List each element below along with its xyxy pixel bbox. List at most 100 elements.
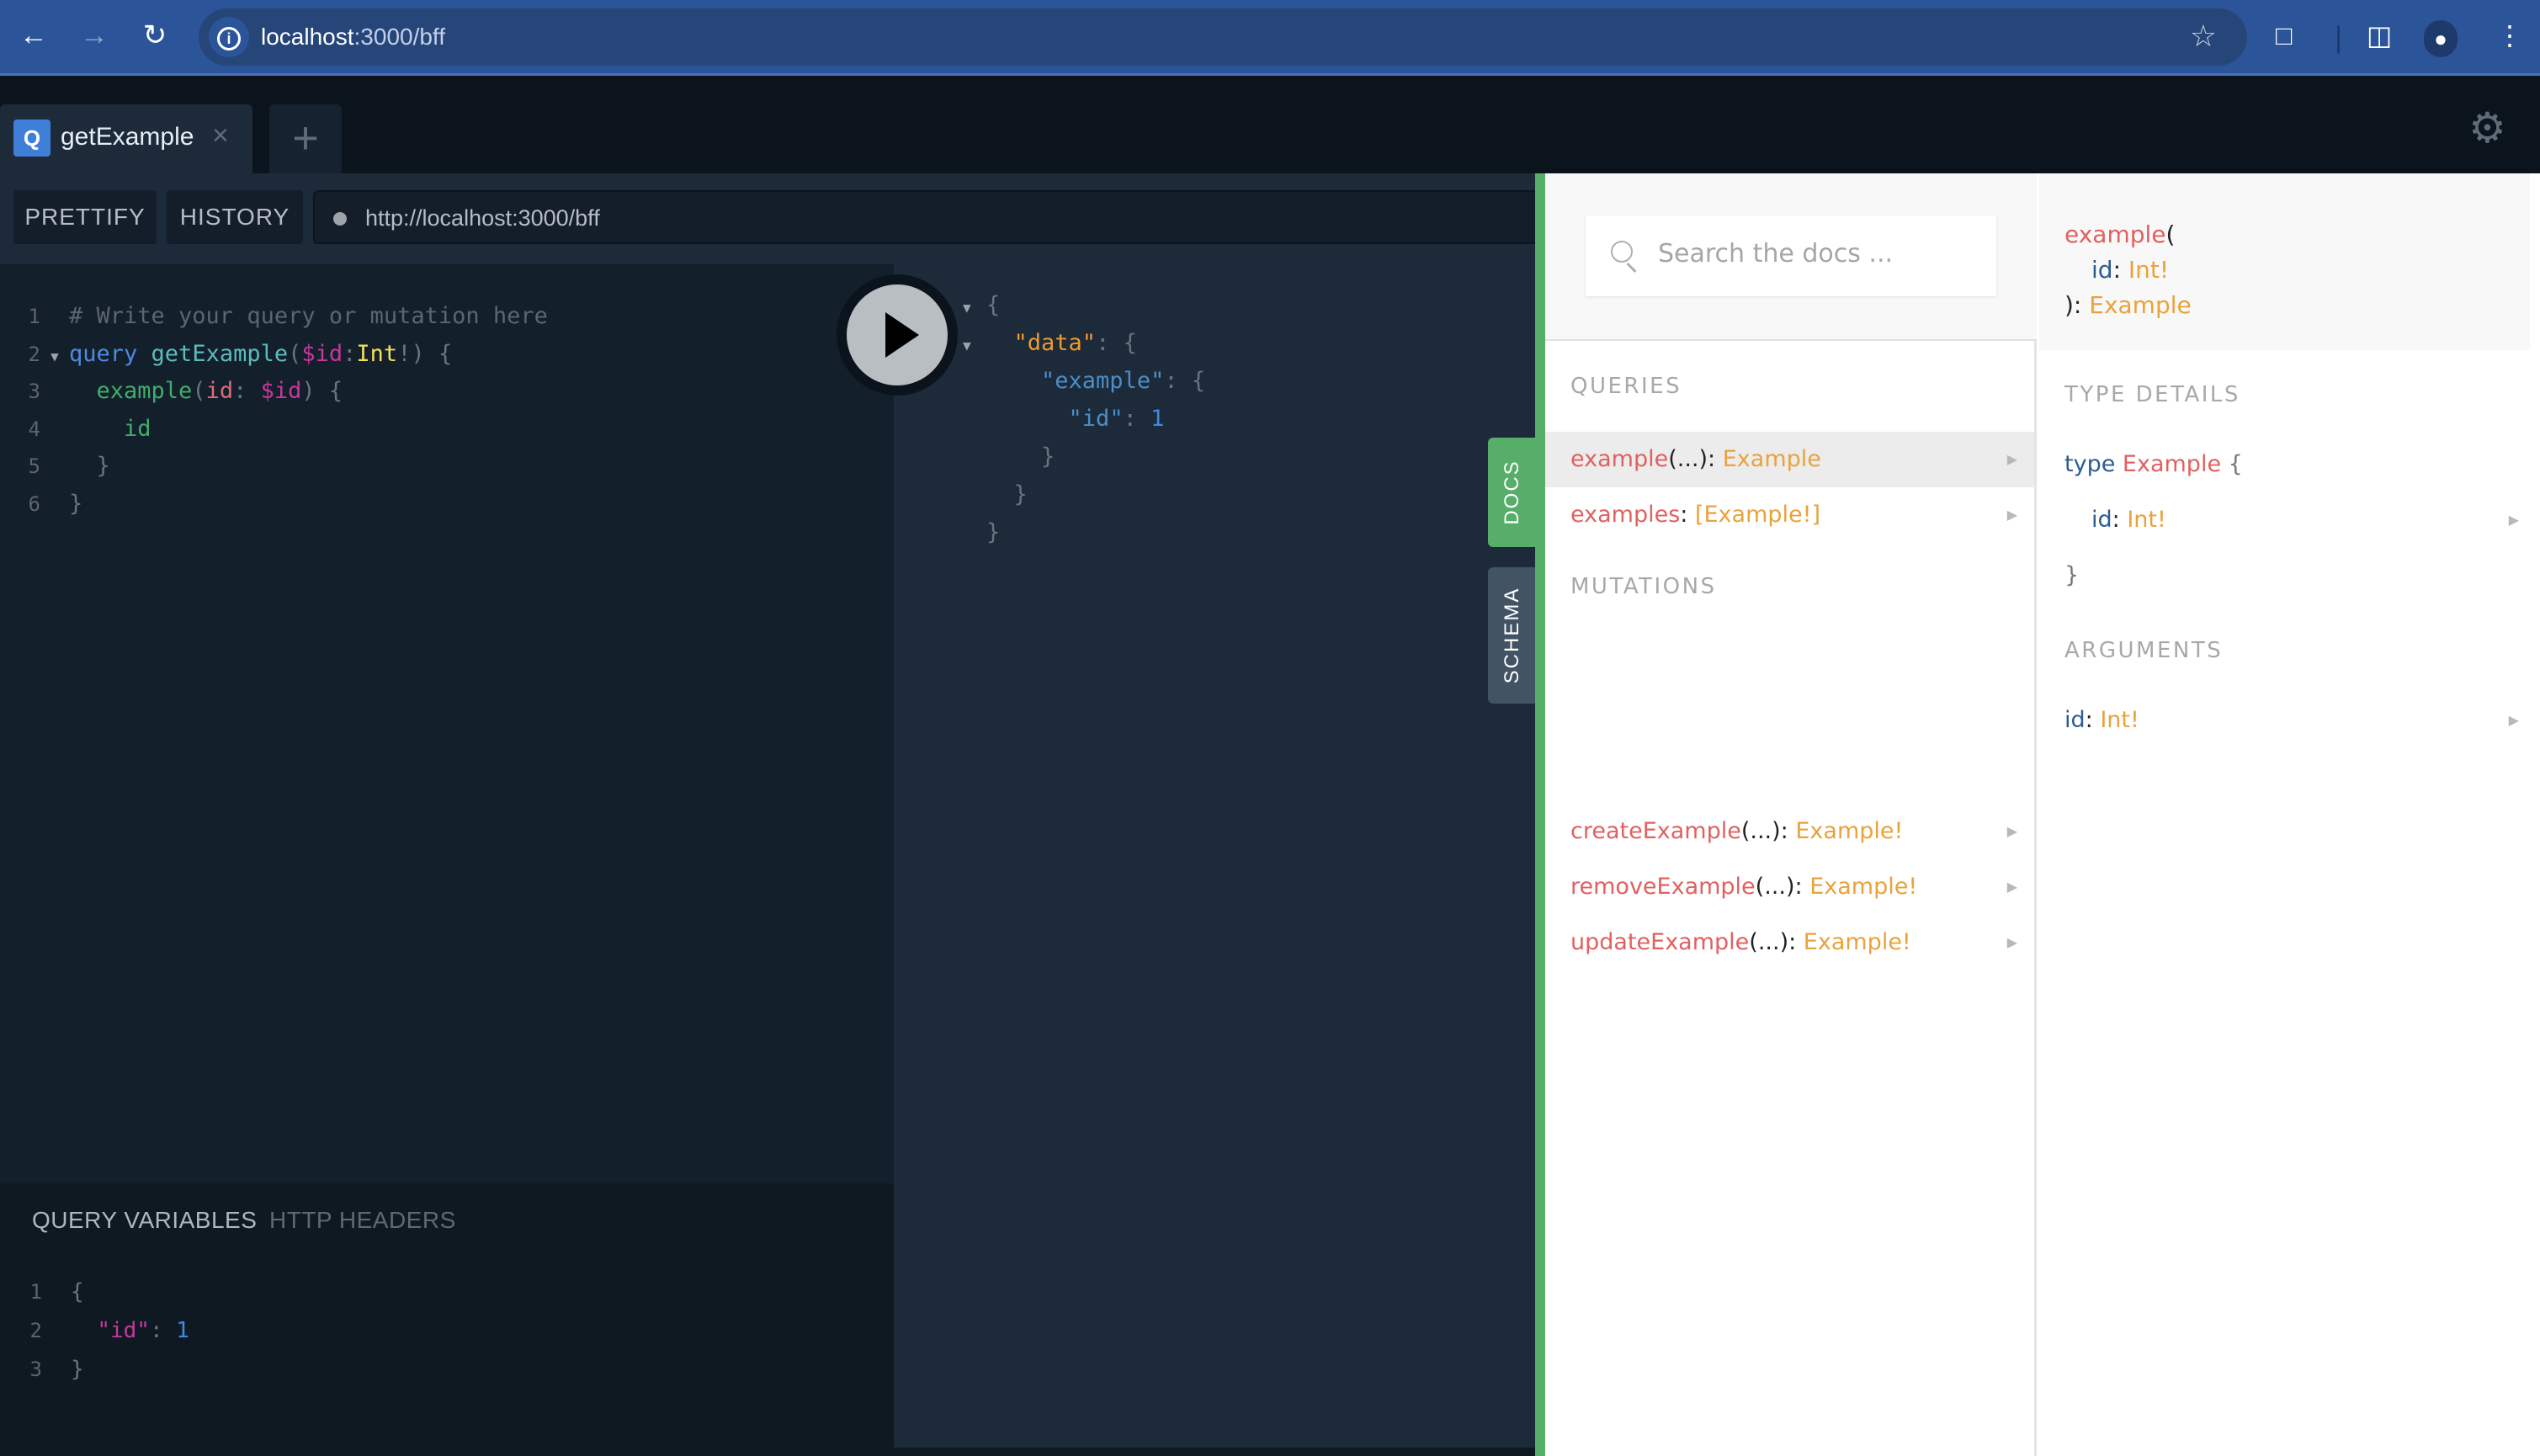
response-footer — [894, 1448, 1535, 1456]
json-key: "id" — [1068, 406, 1124, 432]
mutation-item-removeexample[interactable]: removeExample(...): Example! ▶ — [1545, 859, 2034, 915]
docs-root-column: Search the docs ... QUERIES example(...)… — [1545, 173, 2037, 1456]
gear-icon[interactable]: ⚙ — [2468, 104, 2506, 152]
query-item-example[interactable]: example(...): Example ▶ — [1545, 432, 2034, 487]
editor-line: 4 id — [0, 411, 548, 449]
docs-tab-label: DOCS — [1501, 460, 1523, 525]
field-signature: example( id: Int! ): Example — [2064, 221, 2192, 319]
chevron-right-icon: ▶ — [2508, 512, 2519, 528]
line-number: 4 — [28, 417, 40, 441]
docs-panel-border[interactable] — [1535, 173, 1545, 1456]
type-field-id[interactable]: id: Int! ▶ — [2064, 507, 2519, 533]
chevron-right-icon: ▶ — [2006, 823, 2017, 839]
close-icon[interactable]: × — [212, 120, 229, 152]
menu-icon[interactable]: ⋮ — [2496, 19, 2523, 52]
schema-tab[interactable]: SCHEMA — [1488, 567, 1537, 704]
code-comment: # Write your query or mutation here — [69, 303, 548, 329]
editor-toolbar: PRETTIFY HISTORY http://localhost:3000/b… — [0, 173, 1542, 264]
endpoint-input[interactable]: http://localhost:3000/bff — [313, 190, 1542, 244]
code-variable: $id — [260, 378, 302, 404]
editor-line: 2 "id": 1 — [0, 1311, 189, 1350]
prettify-button[interactable]: PRETTIFY — [13, 190, 157, 244]
code-brace: { — [71, 1279, 84, 1305]
fold-arrow-icon[interactable]: ▼ — [963, 327, 986, 364]
chevron-right-icon: ▶ — [2006, 879, 2017, 895]
fold-arrow-icon[interactable]: ▼ — [963, 289, 986, 327]
code-operation-name: getExample — [151, 340, 289, 367]
url-host: localhost — [261, 24, 354, 50]
line-number: 5 — [28, 454, 40, 478]
response-json: ▼{ ▼ "data": { "example": { "id": 1 } } … — [963, 286, 1205, 551]
type-close-brace: } — [2064, 562, 2080, 588]
query-editor[interactable]: 1 # Write your query or mutation here 2 ▼… — [0, 264, 894, 1183]
extensions-icon[interactable]: □ — [2276, 19, 2292, 52]
side-panel-icon[interactable]: ◫ — [2367, 19, 2392, 52]
tab-getexample[interactable]: Q getExample × — [0, 104, 252, 173]
tab-http-headers[interactable]: HTTP HEADERS — [269, 1207, 456, 1234]
back-icon[interactable]: ← — [17, 19, 50, 52]
fold-arrow-icon[interactable]: ▼ — [40, 338, 69, 376]
line-number: 1 — [28, 305, 40, 328]
mutations-heading: MUTATIONS — [1570, 574, 1717, 599]
chevron-right-icon: ▶ — [2006, 507, 2017, 523]
toolbar-divider — [2337, 25, 2340, 54]
code-variable: $id — [301, 340, 343, 367]
chevron-right-icon: ▶ — [2508, 712, 2519, 728]
info-icon[interactable]: i — [209, 17, 249, 57]
code-field: id — [124, 415, 151, 442]
chevron-right-icon: ▶ — [2006, 934, 2017, 950]
line-number: 6 — [28, 492, 40, 516]
profile-icon[interactable]: ● — [2424, 20, 2458, 57]
forward-icon[interactable]: → — [77, 19, 111, 52]
run-query-button[interactable] — [837, 274, 958, 396]
type-definition[interactable]: type Example { — [2064, 451, 2519, 477]
tab-title: getExample — [61, 123, 194, 151]
json-key: "data" — [1013, 330, 1097, 356]
response-panel: ▼{ ▼ "data": { "example": { "id": 1 } } … — [894, 264, 1535, 1448]
queries-heading: QUERIES — [1570, 374, 1682, 399]
editor-line: 3 } — [0, 1350, 189, 1389]
browser-toolbar: ← → ↻ i localhost:3000/bff ☆ □ ◫ ● ⋮ — [0, 0, 2540, 76]
add-tab-button[interactable]: + — [269, 104, 342, 173]
argument-id[interactable]: id: Int! ▶ — [2064, 707, 2519, 733]
line-number: 2 — [28, 342, 40, 366]
schema-tab-label: SCHEMA — [1501, 587, 1523, 684]
playground-tab-bar: Q getExample × + ⚙ — [0, 78, 2540, 173]
line-number: 3 — [29, 1358, 42, 1381]
editor-line: 5 } — [0, 448, 548, 486]
reload-icon[interactable]: ↻ — [138, 19, 172, 52]
arguments-heading: ARGUMENTS — [2064, 638, 2224, 663]
search-placeholder: Search the docs ... — [1658, 239, 1894, 268]
editor-line: 3 example(id: $id) { — [0, 373, 548, 411]
address-url[interactable]: localhost:3000/bff — [261, 24, 445, 50]
mutation-item-createexample[interactable]: createExample(...): Example! ▶ — [1545, 804, 2034, 859]
editor-line: 1 { — [0, 1273, 189, 1311]
mutation-item-updateexample[interactable]: updateExample(...): Example! ▶ — [1545, 915, 2034, 970]
type-details-heading: TYPE DETAILS — [2064, 382, 2240, 407]
json-key: "id" — [97, 1318, 150, 1343]
status-dot-icon — [333, 212, 347, 226]
url-path: :3000/bff — [353, 24, 445, 50]
docs-detail-column: example( id: Int! ): Example TYPE DETAIL… — [2039, 173, 2540, 1456]
json-key: "example" — [1041, 368, 1165, 394]
json-value: 1 — [176, 1318, 189, 1343]
editor-line: 6 } — [0, 486, 548, 523]
variables-editor[interactable]: 1 { 2 "id": 1 3 } — [0, 1273, 189, 1389]
search-icon — [1611, 241, 1633, 263]
play-icon — [885, 312, 919, 358]
code-argument: id — [205, 378, 234, 404]
query-badge-icon: Q — [13, 120, 50, 157]
line-number: 3 — [28, 380, 40, 403]
query-variables-panel: QUERY VARIABLES HTTP HEADERS 1 { 2 "id":… — [0, 1183, 894, 1456]
code-brace: } — [71, 1357, 84, 1382]
address-bar[interactable]: i localhost:3000/bff ☆ — [199, 8, 2247, 66]
tab-query-variables[interactable]: QUERY VARIABLES — [32, 1207, 257, 1234]
editor-line: 2 ▼ query getExample($id:Int!) { — [0, 336, 548, 374]
chevron-right-icon: ▶ — [2006, 451, 2017, 467]
history-button[interactable]: HISTORY — [167, 190, 303, 244]
docs-search-input[interactable]: Search the docs ... — [1586, 215, 1996, 296]
line-number: 2 — [29, 1319, 42, 1342]
star-icon[interactable]: ☆ — [2190, 19, 2217, 54]
docs-tab[interactable]: DOCS — [1488, 438, 1537, 547]
query-item-examples[interactable]: examples: [Example!] ▶ — [1545, 487, 2034, 543]
